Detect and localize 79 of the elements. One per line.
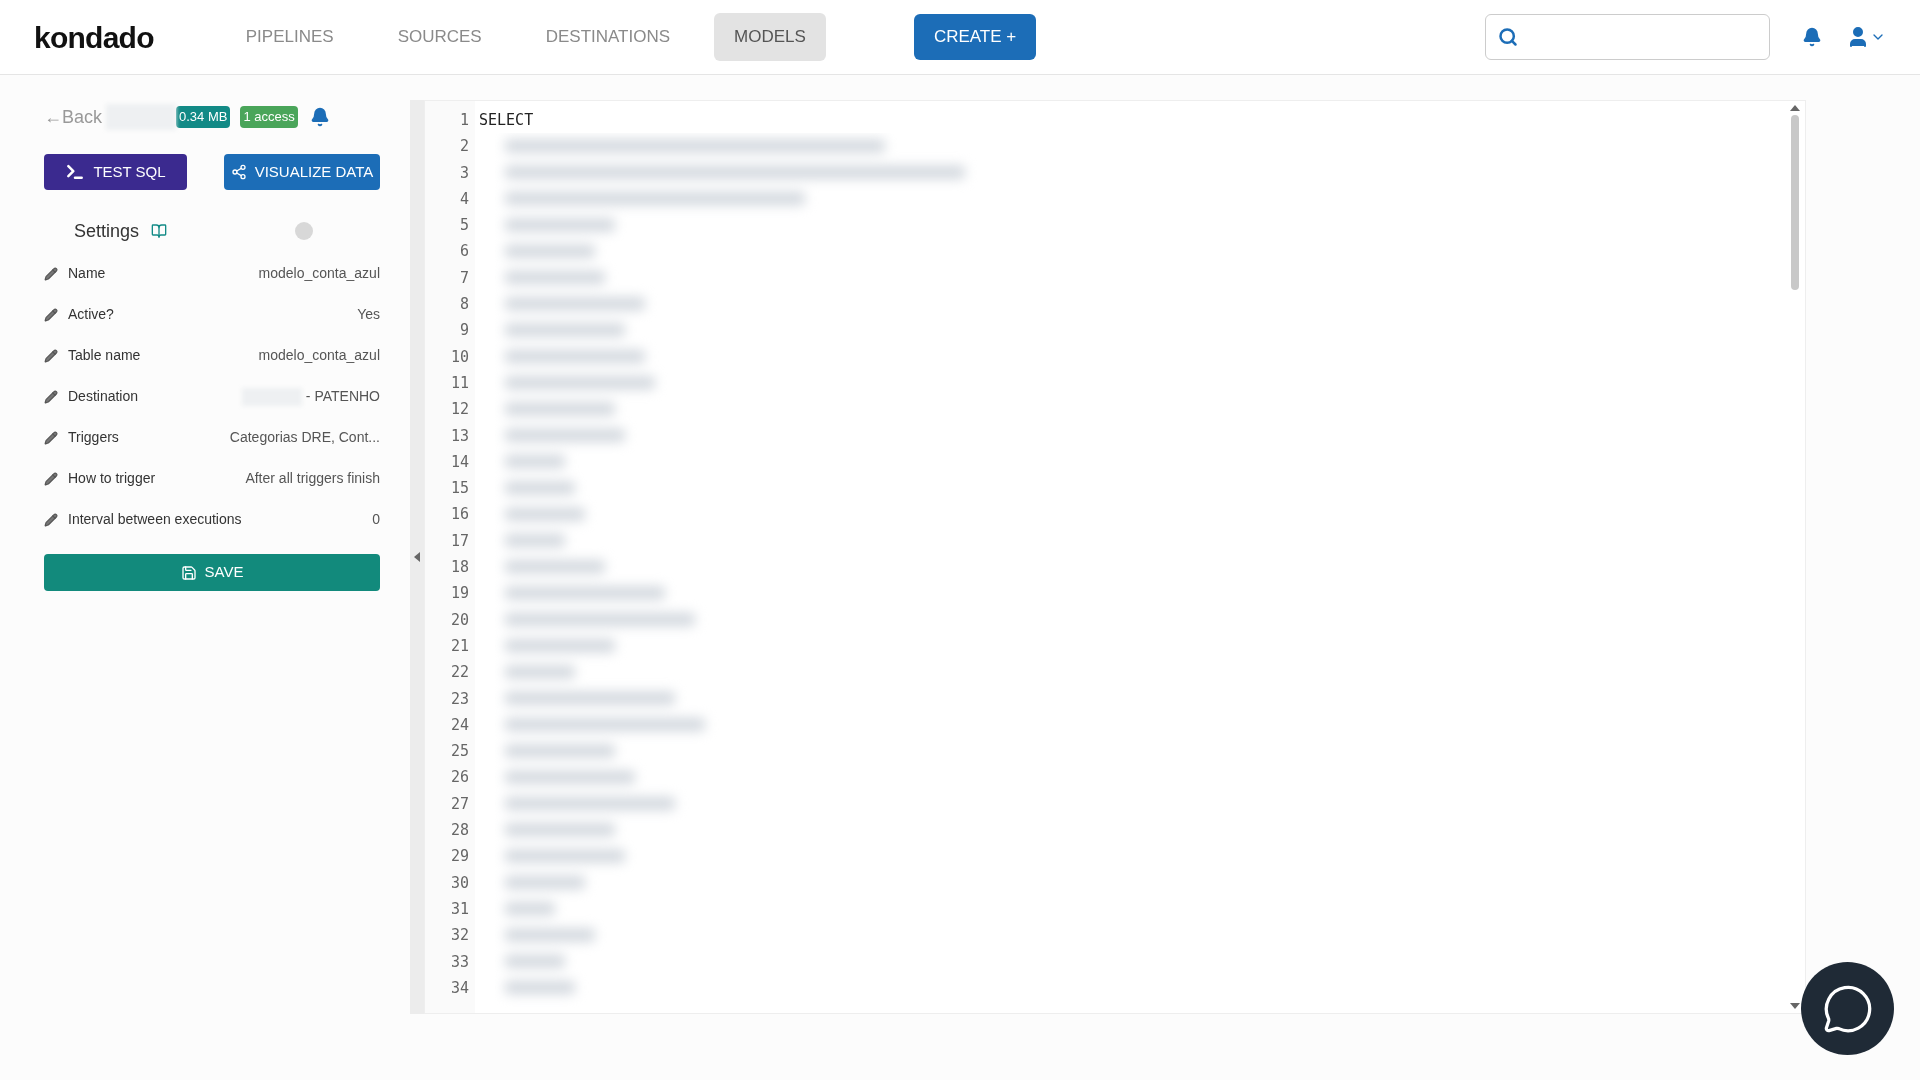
line-number: 11	[450, 372, 469, 394]
line-number: 21	[450, 635, 469, 657]
setting-label: Active?	[68, 305, 114, 324]
visualize-data-button[interactable]: VISUALIZE DATA	[224, 154, 380, 190]
setting-value: modelo_conta_azul	[258, 264, 380, 283]
back-link[interactable]: ←Back	[44, 103, 103, 131]
line-number: 33	[450, 951, 469, 973]
terminal-icon	[65, 162, 86, 182]
blurred-name	[106, 104, 177, 130]
logo[interactable]: kondado	[34, 14, 154, 60]
search-field[interactable]	[1485, 14, 1770, 60]
line-number: 32	[450, 925, 469, 947]
test-sql-button[interactable]: TEST SQL	[44, 154, 187, 190]
line-number: 9	[459, 320, 469, 342]
line-number: 2	[459, 136, 469, 158]
setting-label: Destination	[68, 387, 139, 406]
line-number: 12	[450, 399, 469, 421]
nav-tab[interactable]: DESTINATIONS	[525, 13, 691, 61]
line-number: 6	[459, 241, 469, 263]
line-number: 25	[450, 741, 469, 763]
line-number: 26	[450, 767, 469, 789]
setting-value: modelo_conta_azul	[258, 346, 380, 365]
setting-label: How to trigger	[68, 469, 156, 488]
nav-tab[interactable]: SOURCES	[377, 13, 502, 61]
line-number: 19	[450, 583, 469, 605]
nav-tab[interactable]: MODELS	[714, 13, 826, 61]
line-number: 31	[450, 898, 469, 920]
save-icon	[180, 564, 197, 581]
book-icon[interactable]	[151, 223, 168, 239]
setting-value: Yes	[357, 305, 380, 324]
line-number: 8	[459, 294, 469, 316]
edit-icon[interactable]	[44, 307, 58, 322]
line-number: 23	[450, 688, 469, 710]
setting-label: Name	[68, 264, 106, 283]
edit-icon[interactable]	[44, 266, 58, 281]
edit-icon[interactable]	[44, 389, 58, 404]
setting-label: Interval between executions	[68, 510, 242, 529]
line-number: 28	[450, 820, 469, 841]
line-number: 13	[450, 425, 469, 447]
line-number: 1	[459, 110, 469, 131]
setting-label: Triggers	[68, 428, 119, 447]
edit-icon[interactable]	[44, 512, 58, 527]
code-editor[interactable]: 1 2 3 4 5 6 7 8 9 10 11 12 13 14 15 16 17 18 19 20 21 22 23 24 25 26 27 28 29 30 31 32 33 34 SELECT	[424, 100, 1806, 1014]
line-number: 17	[450, 530, 469, 552]
line-number: 7	[459, 267, 469, 289]
alarm-bell-icon[interactable]	[309, 107, 330, 127]
line-number: 18	[450, 557, 469, 579]
search-icon	[1498, 27, 1518, 47]
size-badge: 0.34 MB	[176, 106, 231, 128]
setting-label: Table name	[68, 346, 141, 365]
edit-icon[interactable]	[44, 471, 58, 486]
line-number: 30	[450, 872, 469, 894]
share-icon	[230, 164, 247, 180]
line-number: 20	[450, 609, 469, 631]
line-number: 3	[459, 162, 469, 184]
line-number: 5	[459, 215, 469, 237]
edit-icon[interactable]	[44, 348, 58, 363]
line-number: 34	[450, 977, 469, 999]
line-number: 16	[450, 504, 469, 526]
line-number: 14	[450, 451, 469, 473]
nav-tab[interactable]: PIPELINES	[225, 13, 354, 61]
setting-value: Categorias DRE, Cont...	[229, 428, 380, 447]
line-number: 15	[450, 478, 469, 500]
setting-value: - PATENHO	[305, 387, 380, 406]
code-line: SELECT	[479, 110, 535, 131]
line-number: 4	[459, 188, 469, 210]
access-badge: 1 access	[240, 106, 298, 128]
save-button[interactable]: SAVE	[44, 554, 380, 591]
line-number: 10	[450, 346, 469, 368]
create-button[interactable]: CREATE +	[913, 14, 1037, 60]
line-number: 27	[450, 793, 469, 815]
bell-icon[interactable]	[1802, 27, 1822, 47]
edit-icon[interactable]	[44, 430, 58, 445]
settings-title: Settings	[74, 219, 140, 243]
setting-value: After all triggers finish	[245, 469, 380, 488]
line-number: 24	[450, 714, 469, 736]
line-number: 29	[450, 846, 469, 868]
line-number: 22	[450, 662, 469, 684]
setting-value: 0	[372, 510, 380, 529]
